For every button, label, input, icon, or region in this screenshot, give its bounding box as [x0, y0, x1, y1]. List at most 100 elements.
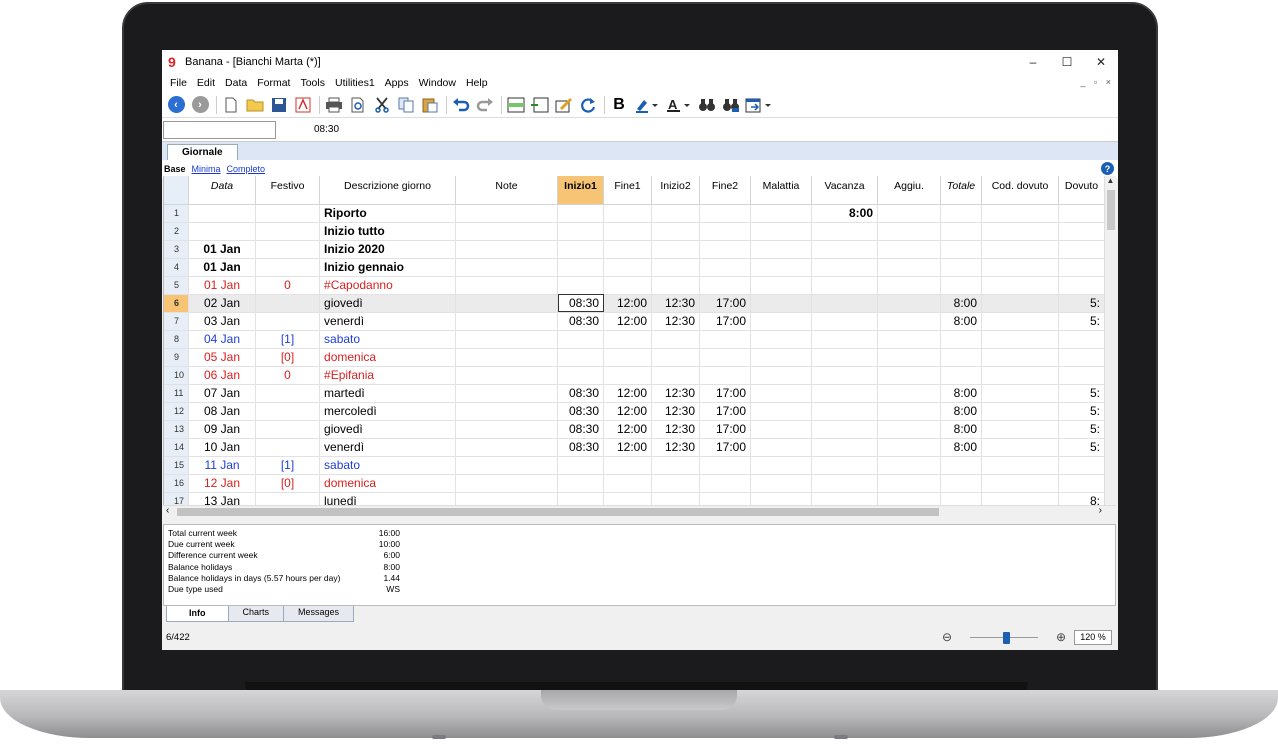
edit-row-button[interactable]: [553, 94, 575, 116]
row-number[interactable]: 14: [164, 438, 190, 457]
cell-festivo[interactable]: [255, 294, 321, 313]
cell-aggiu[interactable]: [877, 474, 942, 493]
row-number[interactable]: 13: [164, 420, 190, 439]
cell-festivo[interactable]: [255, 240, 321, 259]
cell-aggiu[interactable]: [877, 240, 942, 259]
close-button[interactable]: ✕: [1084, 50, 1118, 74]
cell-date[interactable]: 05 Jan: [188, 348, 257, 367]
cell-note[interactable]: [455, 384, 559, 403]
cell-vacanza[interactable]: [811, 348, 879, 367]
tab-charts[interactable]: Charts: [227, 606, 285, 622]
cell-descrizione[interactable]: mercoledì: [319, 402, 457, 421]
cell-aggiu[interactable]: [877, 276, 942, 295]
cell-cod-dovuto[interactable]: [981, 204, 1060, 223]
cell-inizio2[interactable]: [651, 366, 701, 385]
cell-date[interactable]: 12 Jan: [188, 474, 257, 493]
cell-note[interactable]: [455, 312, 559, 331]
cell-date[interactable]: [188, 204, 257, 223]
cell-inizio1[interactable]: 08:30: [557, 312, 605, 331]
cell-cod-dovuto[interactable]: [981, 474, 1060, 493]
table-row[interactable]: 3 01 Jan Inizio 2020: [164, 240, 1106, 259]
cell-aggiu[interactable]: [877, 366, 942, 385]
cell-inizio1[interactable]: 08:30: [557, 384, 605, 403]
cell-fine2[interactable]: [699, 366, 752, 385]
cell-cod-dovuto[interactable]: [981, 222, 1060, 241]
cell-totale[interactable]: 8:00: [940, 420, 983, 439]
cell-aggiu[interactable]: [877, 312, 942, 331]
cell-note[interactable]: [455, 348, 559, 367]
menu-utilities[interactable]: Utilities1: [330, 77, 380, 89]
menu-window[interactable]: Window: [414, 77, 461, 89]
tab-info[interactable]: Info: [166, 606, 229, 622]
cell-dovuto[interactable]: 5:: [1058, 294, 1106, 313]
cell-dovuto[interactable]: [1058, 366, 1106, 385]
zoom-slider[interactable]: [970, 630, 1038, 644]
cell-note[interactable]: [455, 258, 559, 277]
cell-festivo[interactable]: [255, 384, 321, 403]
cell-festivo[interactable]: [255, 420, 321, 439]
cell-date[interactable]: 01 Jan: [188, 276, 257, 295]
cell-descrizione[interactable]: Inizio gennaio: [319, 258, 457, 277]
cell-vacanza[interactable]: [811, 384, 879, 403]
row-number[interactable]: 9: [164, 348, 190, 367]
cell-note[interactable]: [455, 366, 559, 385]
cell-fine2[interactable]: 17:00: [699, 294, 752, 313]
cell-cod-dovuto[interactable]: [981, 384, 1060, 403]
cell-aggiu[interactable]: [877, 294, 942, 313]
cell-fine1[interactable]: [603, 348, 653, 367]
cell-dovuto[interactable]: [1058, 474, 1106, 493]
cell-inizio1[interactable]: 08:30: [557, 438, 605, 457]
maximize-button[interactable]: ☐: [1050, 50, 1084, 74]
cell-festivo[interactable]: [1]: [255, 456, 321, 475]
row-number[interactable]: 16: [164, 474, 190, 493]
cell-fine2[interactable]: 17:00: [699, 438, 752, 457]
cell-fine2[interactable]: [699, 474, 752, 493]
table-row[interactable]: 2 Inizio tutto: [164, 222, 1106, 241]
column-header-inizio2[interactable]: Inizio2: [651, 176, 701, 205]
cell-descrizione[interactable]: domenica: [319, 348, 457, 367]
cell-fine2[interactable]: [699, 222, 752, 241]
menu-apps[interactable]: Apps: [380, 77, 414, 89]
cell-vacanza[interactable]: [811, 240, 879, 259]
cell-festivo[interactable]: [1]: [255, 330, 321, 349]
cell-descrizione[interactable]: venerdì: [319, 438, 457, 457]
print-preview-button[interactable]: [347, 94, 369, 116]
table-row[interactable]: 8 04 Jan [1] sabato: [164, 330, 1106, 349]
mdi-window-controls[interactable]: _ ▫ ×: [1081, 77, 1114, 87]
cell-cod-dovuto[interactable]: [981, 348, 1060, 367]
cell-fine1[interactable]: [603, 222, 653, 241]
cell-totale[interactable]: [940, 456, 983, 475]
cell-note[interactable]: [455, 276, 559, 295]
cell-date[interactable]: 08 Jan: [188, 402, 257, 421]
cell-date[interactable]: 02 Jan: [188, 294, 257, 313]
cell-note[interactable]: [455, 240, 559, 259]
cell-dovuto[interactable]: 5:: [1058, 312, 1106, 331]
row-number[interactable]: 6: [164, 294, 190, 313]
cell-descrizione[interactable]: giovedì: [319, 294, 457, 313]
cell-descrizione[interactable]: #Epifania: [319, 366, 457, 385]
column-header-note[interactable]: Note: [455, 176, 559, 205]
cell-cod-dovuto[interactable]: [981, 276, 1060, 295]
row-number[interactable]: 2: [164, 222, 190, 241]
cell-inizio2[interactable]: [651, 456, 701, 475]
table-row[interactable]: 12 08 Jan mercoledì 08:30 12:00 12:30 17:00 8:0…: [164, 402, 1106, 421]
table-row[interactable]: 4 01 Jan Inizio gennaio: [164, 258, 1106, 277]
horizontal-scrollbar[interactable]: ‹ ›: [163, 505, 1116, 517]
cell-inizio2[interactable]: [651, 330, 701, 349]
cell-descrizione[interactable]: sabato: [319, 330, 457, 349]
table-row[interactable]: 5 01 Jan 0 #Capodanno: [164, 276, 1106, 295]
cell-totale[interactable]: [940, 348, 983, 367]
cell-note[interactable]: [455, 330, 559, 349]
column-header-vacanza[interactable]: Vacanza: [811, 176, 879, 205]
cell-dovuto[interactable]: 5:: [1058, 420, 1106, 439]
cell-totale[interactable]: 8:00: [940, 402, 983, 421]
cell-date[interactable]: 07 Jan: [188, 384, 257, 403]
font-color-button[interactable]: A: [664, 94, 694, 116]
cell-dovuto[interactable]: [1058, 240, 1106, 259]
row-number[interactable]: 15: [164, 456, 190, 475]
print-button[interactable]: [323, 94, 345, 116]
cell-inizio1[interactable]: [557, 330, 605, 349]
cell-malattia[interactable]: [750, 330, 813, 349]
cell-vacanza[interactable]: [811, 222, 879, 241]
row-number[interactable]: 8: [164, 330, 190, 349]
